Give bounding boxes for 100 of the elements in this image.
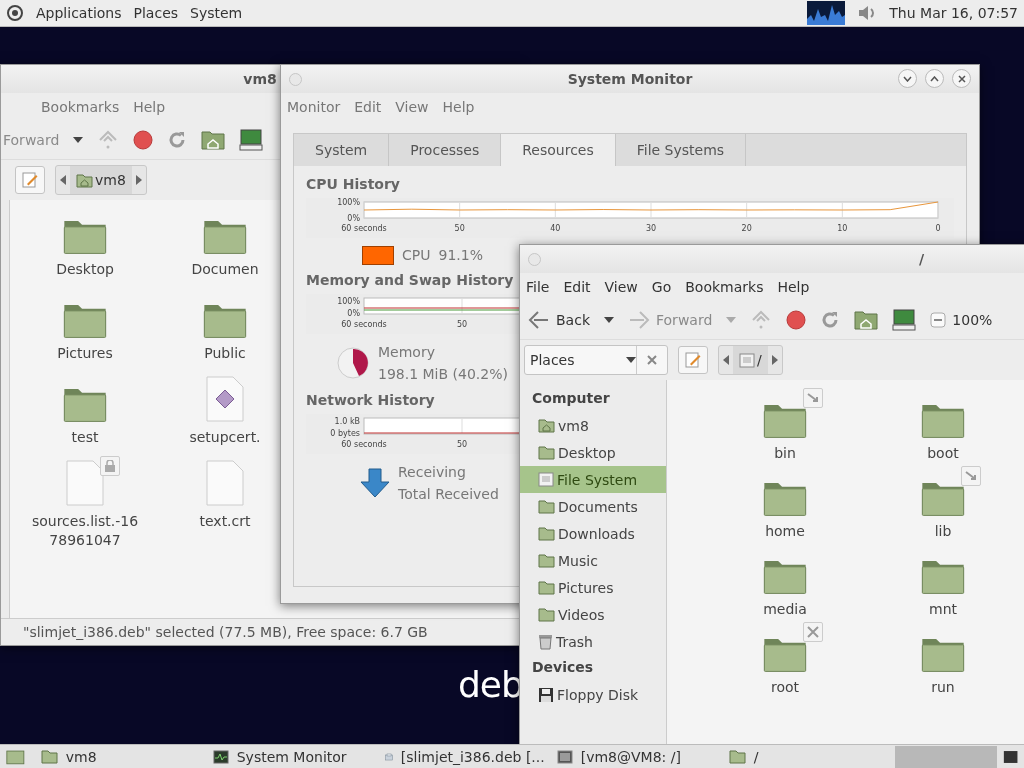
minimize-button[interactable]	[898, 69, 917, 88]
file-name[interactable]: Desktop	[56, 260, 114, 279]
axis-label: 100%	[337, 198, 360, 207]
menu-item[interactable]: Help	[133, 99, 166, 115]
sidebar-item[interactable]: Documents	[520, 493, 666, 520]
panel-menu[interactable]: System	[190, 5, 243, 21]
status-text: "slimjet_i386.deb" selected (77.5 MB), Free space: 6.7 GB	[23, 624, 428, 640]
window-title: System Monitor	[567, 71, 693, 87]
sidebar-item[interactable]: Trash	[520, 628, 666, 655]
menu-item[interactable]: Help	[442, 99, 475, 115]
taskbar-button[interactable]: /	[722, 745, 895, 768]
file-name[interactable]: Public	[204, 344, 246, 363]
menu-item[interactable]: View	[395, 99, 429, 115]
window-menu-dot[interactable]	[289, 73, 302, 86]
debian-swirl-icon	[6, 4, 24, 22]
folder-icon	[538, 607, 555, 622]
axis-label: 20	[741, 224, 752, 233]
terminal-icon[interactable]	[1002, 748, 1018, 765]
sidebar-item[interactable]: Floppy Disk	[520, 681, 666, 708]
file-name[interactable]: Documen	[191, 260, 259, 279]
file-name[interactable]: test	[71, 428, 99, 447]
chevron-up-icon	[930, 75, 939, 82]
menu-item[interactable]: File	[526, 279, 550, 295]
menu-item[interactable]: Bookmarks	[685, 279, 764, 295]
taskbar-button[interactable]: vm8	[34, 745, 207, 768]
home-button[interactable]	[854, 310, 879, 330]
folder-name[interactable]: root	[770, 678, 800, 697]
folder-name[interactable]: home	[765, 522, 805, 541]
path-button[interactable]: vm8	[70, 166, 132, 194]
menu-item[interactable]: Monitor	[287, 99, 341, 115]
panel-menu[interactable]: Places	[133, 5, 179, 21]
close-button[interactable]	[952, 69, 971, 88]
computer-button[interactable]	[239, 129, 264, 151]
axis-label: 1.0 kB	[334, 417, 360, 426]
computer-icon	[892, 309, 917, 331]
menu-item[interactable]: Edit	[563, 279, 591, 295]
stop-icon	[133, 130, 154, 150]
panel-menu[interactable]: Applications	[36, 5, 122, 21]
axis-label: 40	[550, 224, 561, 233]
sidebar-item[interactable]: Pictures	[520, 574, 666, 601]
stop-button[interactable]	[786, 310, 807, 330]
file-name[interactable]: setupcert.	[189, 428, 261, 447]
memory-pie-icon[interactable]	[336, 346, 370, 380]
workspace-switcher[interactable]	[894, 745, 997, 768]
show-desktop-icon[interactable]	[6, 747, 25, 766]
sidebar-item[interactable]: Downloads	[520, 520, 666, 547]
tab[interactable]: Resources	[501, 134, 616, 166]
zoom-button[interactable]: 100%	[930, 312, 993, 328]
folder-name[interactable]: run	[931, 678, 955, 697]
window-title: /	[918, 251, 925, 267]
edit-location-button[interactable]	[678, 346, 708, 374]
folder-name[interactable]: lib	[934, 522, 952, 541]
forward-arrow-icon	[628, 310, 650, 330]
stop-button[interactable]	[133, 130, 154, 150]
file-icon	[206, 460, 244, 506]
menu-item[interactable]: Bookmarks	[41, 99, 120, 115]
menu-item[interactable]: Go	[651, 279, 672, 295]
sidebar-item[interactable]: Desktop	[520, 439, 666, 466]
chevron-down-icon	[903, 75, 912, 82]
side-pane-dropdown[interactable]: Places	[524, 345, 668, 375]
menu-item[interactable]: Edit	[354, 99, 382, 115]
caret-button[interactable]	[73, 137, 84, 143]
home-button[interactable]	[201, 130, 226, 150]
menu-item[interactable]: Help	[777, 279, 810, 295]
sidebar-item[interactable]: Videos	[520, 601, 666, 628]
home-folder-icon	[538, 418, 555, 433]
sidebar-item[interactable]: vm8	[520, 412, 666, 439]
back-arrow-icon	[528, 310, 550, 330]
home-folder-icon	[201, 130, 226, 150]
axis-label: 0	[935, 224, 941, 233]
taskbar-button[interactable]: System Monitor	[206, 745, 379, 768]
axis-label: 0%	[347, 309, 360, 318]
taskbar-button[interactable]: [slimjet_i386.deb [...	[378, 745, 551, 768]
file-name[interactable]: sources.list.-1678961047	[30, 512, 140, 550]
cpu-color-swatch[interactable]	[362, 245, 394, 265]
clock[interactable]: Thu Mar 16, 07:57	[889, 5, 1018, 21]
menu-item[interactable]: View	[604, 279, 638, 295]
folder-name[interactable]: mnt	[929, 600, 957, 619]
file-name[interactable]: Pictures	[57, 344, 113, 363]
close-icon	[957, 74, 966, 83]
sidebar-item[interactable]: File System	[520, 466, 666, 493]
maximize-button[interactable]	[925, 69, 944, 88]
legend-label: Total Received	[398, 486, 499, 502]
legend-label: CPU	[402, 247, 431, 263]
path-button[interactable]: /	[733, 346, 768, 374]
folder-name[interactable]: media	[763, 600, 807, 619]
sidebar-item[interactable]: Music	[520, 547, 666, 574]
computer-button[interactable]	[892, 309, 917, 331]
window-menu-dot[interactable]	[528, 253, 541, 266]
folder-icon	[40, 749, 58, 764]
folder-name[interactable]: boot	[927, 444, 959, 463]
file-name[interactable]: text.crt	[199, 512, 251, 531]
edit-location-button[interactable]	[15, 166, 45, 194]
folder-icon	[728, 749, 746, 764]
folder-name[interactable]: bin	[774, 444, 796, 463]
legend-label: Memory	[378, 344, 436, 360]
taskbar-button[interactable]: [vm8@VM8: /]	[550, 745, 723, 768]
history-dropdown-button[interactable]	[604, 317, 614, 323]
edit-icon	[22, 172, 38, 188]
back-button[interactable]: Back	[528, 310, 590, 330]
